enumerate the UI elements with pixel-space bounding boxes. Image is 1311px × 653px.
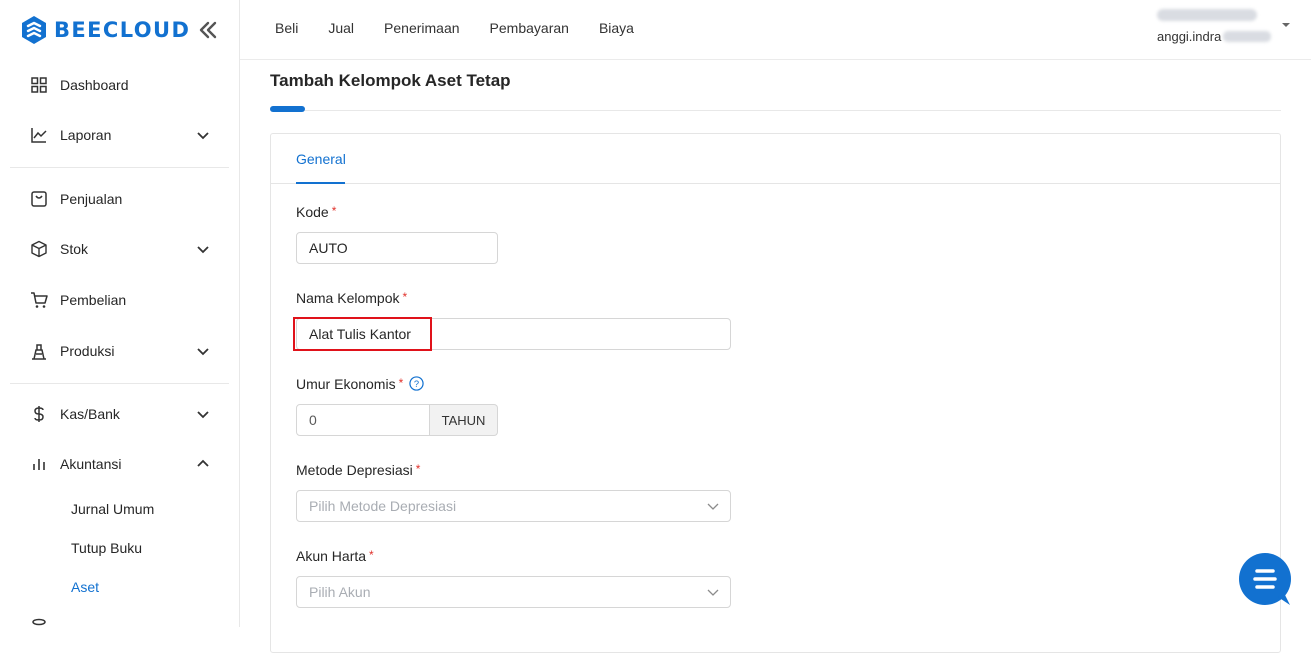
topmenu-jual[interactable]: Jual [328, 20, 354, 36]
sidebar-subitem-aset[interactable]: Aset [71, 579, 99, 595]
akun-harta-label: Akun Harta * [296, 548, 374, 564]
sidebar-item-label: Produksi [60, 343, 115, 359]
box-icon [31, 240, 47, 258]
umur-ekonomis-unit: TAHUN [430, 404, 498, 436]
sidebar-item-kas-bank[interactable]: Kas/Bank [0, 394, 239, 434]
chevron-down-icon [197, 348, 209, 356]
sidebar-item-pembelian[interactable]: Pembelian [0, 280, 239, 320]
page-title: Tambah Kelompok Aset Tetap [270, 71, 511, 90]
caret-down-icon[interactable] [1281, 20, 1291, 30]
akun-harta-select[interactable]: Pilih Akun [296, 576, 731, 608]
sidebar-item-label: Akuntansi [60, 456, 122, 472]
sidebar-item-label: Penjualan [60, 191, 123, 207]
dashboard-icon [31, 77, 47, 93]
chevron-down-icon [197, 246, 209, 254]
umur-ekonomis-input[interactable]: 0 [296, 404, 430, 436]
nama-kelompok-label: Nama Kelompok * [296, 290, 407, 306]
sidebar-divider [10, 383, 229, 384]
company-name-blurred [1157, 9, 1257, 21]
brand-name: BEECLOUD [54, 18, 191, 42]
metode-depresiasi-label-text: Metode Depresiasi [296, 462, 413, 478]
title-accent-bar [270, 106, 305, 112]
sidebar-item-akuntansi[interactable]: Akuntansi [0, 444, 239, 484]
kode-label: Kode * [296, 204, 336, 220]
user-menu[interactable]: anggi.indra [1157, 9, 1307, 44]
sidebar-item-stok[interactable]: Stok [0, 229, 239, 269]
umur-ekonomis-label-text: Umur Ekonomis [296, 376, 396, 392]
sidebar-item-label: Laporan [60, 127, 112, 143]
collapse-sidebar-icon[interactable] [196, 18, 220, 42]
annotation-highlight-box [293, 317, 432, 351]
required-mark: * [331, 204, 337, 218]
sidebar-item-label: Kas/Bank [60, 406, 120, 422]
topmenu-pembayaran[interactable]: Pembayaran [490, 20, 569, 36]
kode-input[interactable]: AUTO [296, 232, 498, 264]
user-email-text: anggi.indra [1157, 29, 1222, 44]
sales-icon [31, 191, 47, 207]
topmenu-beli[interactable]: Beli [275, 20, 298, 36]
database-icon[interactable] [30, 618, 48, 627]
required-mark: * [415, 462, 421, 476]
dollar-icon [34, 406, 44, 422]
sidebar-item-produksi[interactable]: Produksi [0, 331, 239, 371]
production-icon [32, 344, 46, 360]
required-mark: * [398, 376, 404, 390]
metode-depresiasi-label: Metode Depresiasi * [296, 462, 420, 478]
tab-general[interactable]: General [296, 151, 346, 167]
sidebar-item-laporan[interactable]: Laporan [0, 115, 239, 155]
top-navbar: Beli Jual Penerimaan Pembayaran Biaya an… [240, 0, 1311, 60]
akun-harta-label-text: Akun Harta [296, 548, 367, 564]
chevron-down-icon [197, 411, 209, 419]
top-menu: Beli Jual Penerimaan Pembayaran Biaya [275, 20, 664, 36]
sidebar-item-label: Dashboard [60, 77, 129, 93]
sidebar-item-penjualan[interactable]: Penjualan [0, 179, 239, 219]
chevron-down-icon [197, 132, 209, 140]
topmenu-penerimaan[interactable]: Penerimaan [384, 20, 460, 36]
sidebar-subitem-jurnal-umum[interactable]: Jurnal Umum [71, 501, 154, 517]
user-email: anggi.indra [1157, 29, 1307, 44]
sidebar-subitem-tutup-buku[interactable]: Tutup Buku [71, 540, 142, 556]
chevron-down-icon [707, 503, 719, 510]
tab-bar: General [271, 134, 1280, 184]
chevron-down-icon [707, 589, 719, 596]
sidebar-divider [10, 167, 229, 168]
sidebar-item-label: Stok [60, 241, 89, 257]
kode-label-text: Kode [296, 204, 329, 220]
help-icon[interactable]: ? [409, 376, 424, 391]
bar-chart-icon [33, 459, 45, 470]
cart-icon [31, 292, 48, 308]
beecloud-logo-icon [22, 16, 46, 44]
email-domain-blurred [1223, 31, 1272, 42]
chat-support-icon[interactable] [1238, 553, 1292, 607]
chart-line-icon [31, 128, 47, 143]
sidebar-item-dashboard[interactable]: Dashboard [0, 65, 239, 105]
brand-logo[interactable]: BEECLOUD [20, 14, 190, 46]
tab-active-indicator [296, 182, 345, 184]
nama-kelompok-label-text: Nama Kelompok [296, 290, 400, 306]
sidebar-item-label: Pembelian [60, 292, 127, 308]
chevron-up-icon [197, 459, 209, 467]
sidebar: BEECLOUD Dashboard Laporan Penjualan Sto… [0, 0, 240, 627]
metode-depresiasi-select[interactable]: Pilih Metode Depresiasi [296, 490, 731, 522]
required-mark: * [369, 548, 374, 562]
form-card: General [270, 133, 1281, 653]
topmenu-biaya[interactable]: Biaya [599, 20, 634, 36]
umur-ekonomis-label: Umur Ekonomis * [296, 376, 403, 392]
required-mark: * [402, 290, 408, 304]
svg-text:?: ? [414, 379, 419, 389]
title-divider [270, 110, 1281, 111]
